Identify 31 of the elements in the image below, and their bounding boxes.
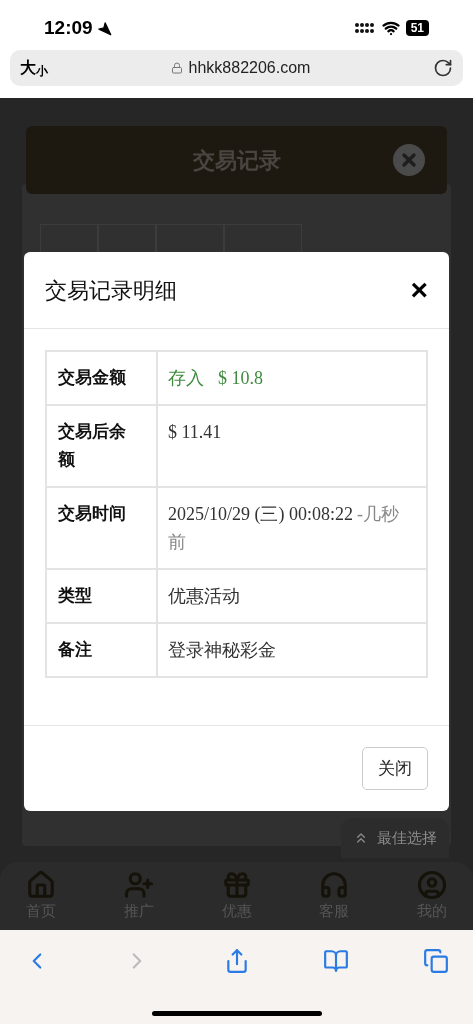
wifi-icon	[381, 19, 400, 37]
signal-icon	[353, 21, 376, 35]
row-value: 优惠活动	[168, 586, 240, 606]
row-label: 交易时间	[58, 503, 127, 525]
close-button[interactable]: ×	[410, 275, 428, 305]
row-label: 类型	[58, 585, 93, 607]
bookmarks-icon	[323, 948, 350, 974]
add-user-icon	[123, 869, 154, 900]
row-value: 存入 $ 10.8	[168, 368, 263, 388]
row-value: 2025/10/29 (三) 00:08:22 -几秒前	[168, 504, 399, 552]
close-button[interactable]: 关闭	[362, 747, 428, 790]
best-choice-button[interactable]: 最佳选择	[341, 818, 449, 858]
location-icon	[96, 20, 112, 36]
row-value: 登录神秘彩金	[168, 640, 276, 660]
lock-icon	[170, 62, 183, 74]
clock: 12:09	[44, 15, 93, 40]
row-value: $ 11.41	[168, 422, 222, 442]
close-icon[interactable]	[393, 144, 425, 176]
row-label: 交易后余额	[58, 421, 127, 471]
headphones-icon	[319, 869, 350, 900]
gift-icon	[221, 869, 252, 900]
battery-indicator: 51	[405, 20, 429, 36]
url-text: hhkk882206.com	[188, 58, 311, 78]
home-icon	[26, 869, 56, 900]
tabs-icon	[423, 948, 449, 974]
user-icon	[417, 869, 447, 900]
tabs-button[interactable]	[421, 946, 451, 976]
dialog-title: 交易记录明细	[45, 276, 177, 305]
row-label: 交易金额	[58, 367, 127, 389]
reload-icon[interactable]	[433, 58, 453, 78]
row-label: 备注	[58, 639, 93, 661]
